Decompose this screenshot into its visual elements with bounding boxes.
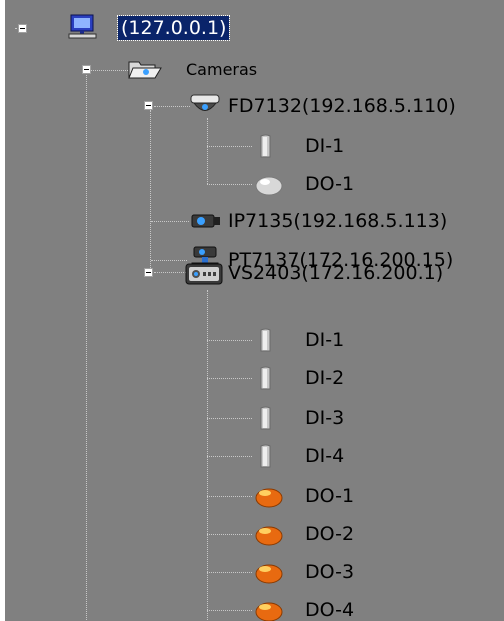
tree-node-ip7135[interactable]: IP7135(192.168.5.113) <box>228 208 447 234</box>
digital-input-icon <box>252 405 288 431</box>
tree-node-vs2403-di-2[interactable]: DI-2 <box>305 365 344 391</box>
video-server-icon <box>185 260 223 286</box>
tree-node-fd7132[interactable]: FD7132(192.168.5.110) <box>228 93 456 119</box>
digital-input-icon <box>252 365 288 391</box>
tree-node-vs2403-do-4[interactable]: DO-4 <box>305 597 354 621</box>
digital-output-on-icon <box>252 597 288 621</box>
tree-node-server[interactable]: (127.0.0.1) <box>116 15 231 41</box>
tree-node-vs2403-do-3[interactable]: DO-3 <box>305 559 354 585</box>
computer-icon <box>65 14 101 40</box>
digital-input-icon <box>252 327 288 353</box>
tree-node-vs2403-di-1[interactable]: DI-1 <box>305 327 344 353</box>
collapse-toggle-cameras[interactable] <box>82 65 91 74</box>
collapse-toggle-vs2403[interactable] <box>144 268 153 277</box>
device-tree[interactable]: (127.0.0.1) Cameras FD7132(192.168.5.110… <box>5 0 504 621</box>
tree-node-fd7132-do-1[interactable]: DO-1 <box>305 171 354 197</box>
digital-output-on-icon <box>252 521 288 547</box>
tree-node-vs2403[interactable]: VS2403(172.16.200.1) <box>228 260 443 286</box>
tree-node-vs2403-do-1[interactable]: DO-1 <box>305 483 354 509</box>
tree-node-fd7132-di-1[interactable]: DI-1 <box>305 133 344 159</box>
digital-output-on-icon <box>252 559 288 585</box>
digital-input-icon <box>252 443 288 469</box>
tree-node-vs2403-di-3[interactable]: DI-3 <box>305 405 344 431</box>
collapse-toggle-server[interactable] <box>18 24 27 33</box>
collapse-toggle-fd7132[interactable] <box>144 101 153 110</box>
box-camera-icon <box>188 208 224 234</box>
open-folder-icon <box>127 56 163 82</box>
dome-camera-icon <box>188 92 224 118</box>
digital-output-off-icon <box>252 171 288 197</box>
tree-node-vs2403-do-2[interactable]: DO-2 <box>305 521 354 547</box>
tree-node-cameras[interactable]: Cameras <box>186 57 257 83</box>
tree-node-vs2403-di-4[interactable]: DI-4 <box>305 443 344 469</box>
digital-input-icon <box>252 133 288 159</box>
digital-output-on-icon <box>252 483 288 509</box>
